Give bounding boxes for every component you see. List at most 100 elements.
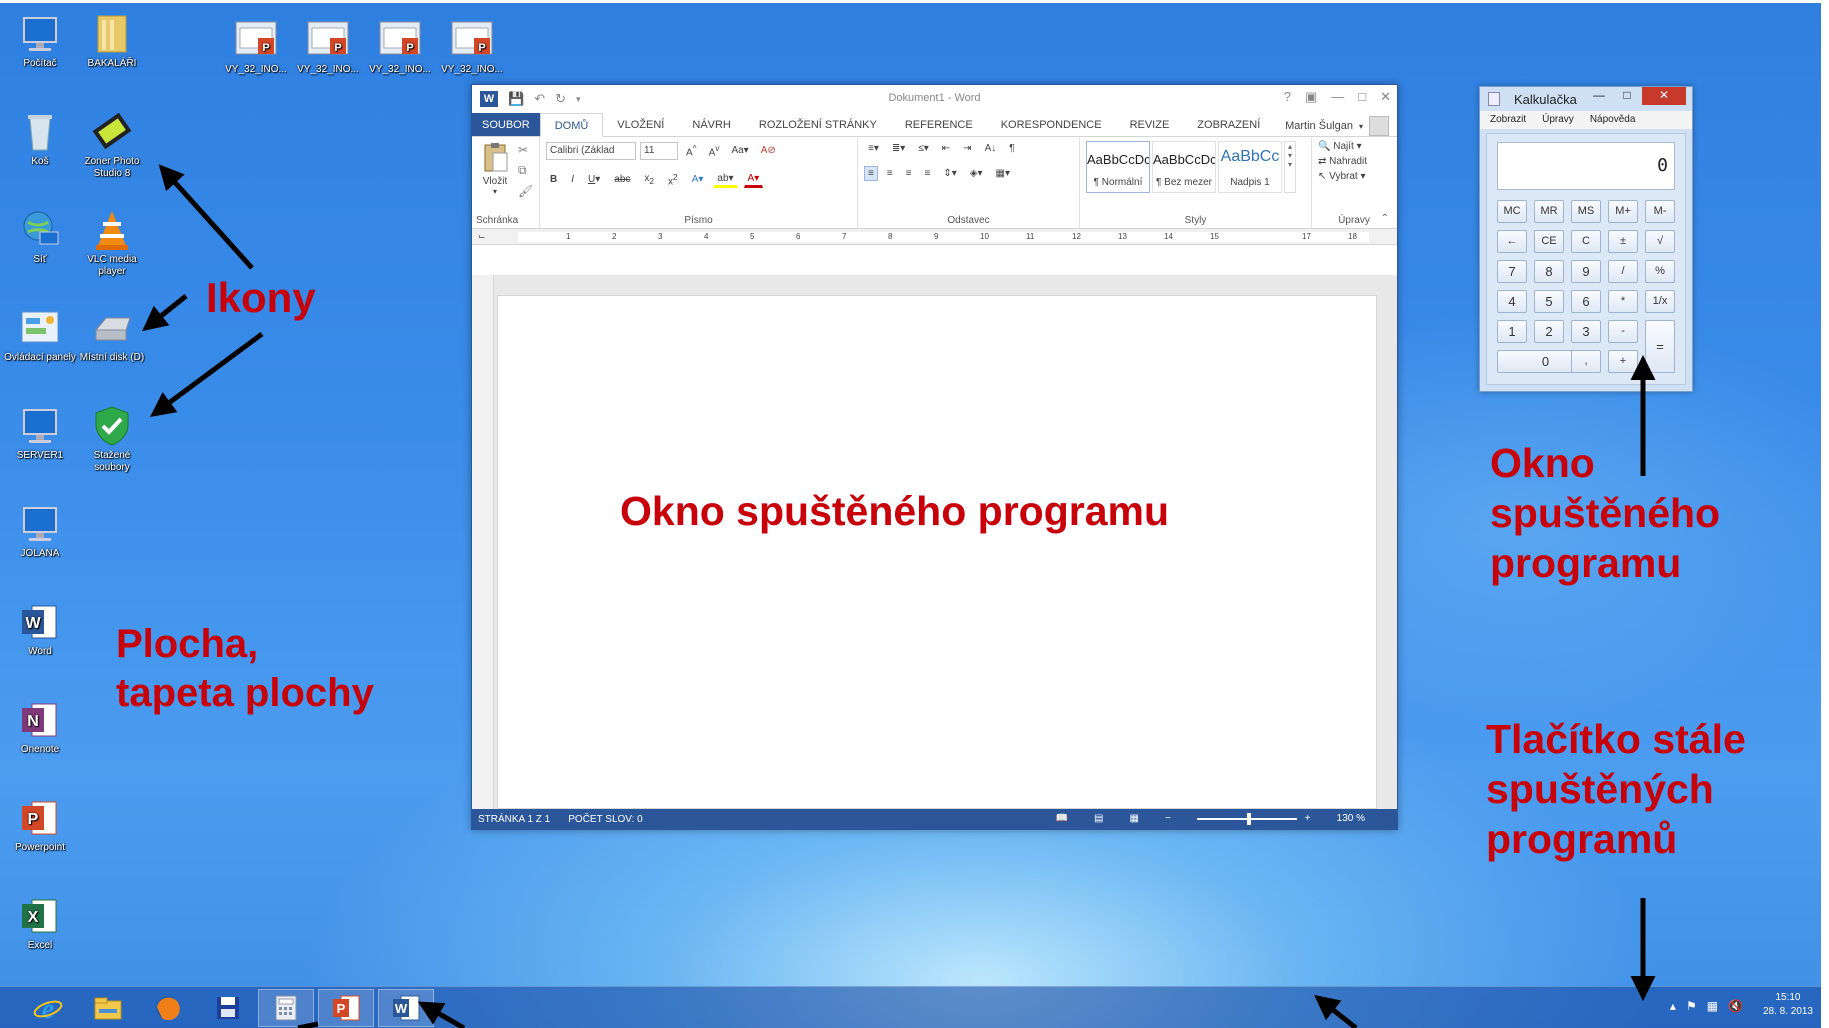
desktop-icon-downloads[interactable]: Stažené soubory xyxy=(76,404,148,474)
zoom-level[interactable]: 130 % xyxy=(1337,813,1365,824)
multilevel-list-icon[interactable]: ≤▾ xyxy=(914,141,933,156)
bold-icon[interactable]: B xyxy=(546,172,561,187)
subscript-icon[interactable]: x2 xyxy=(640,171,658,188)
calc-key[interactable]: * xyxy=(1608,290,1638,313)
taskbar-internet-explorer[interactable]: e xyxy=(20,989,76,1027)
print-layout-icon[interactable]: ▤ xyxy=(1094,813,1103,824)
calc-key[interactable]: 1 xyxy=(1497,320,1527,343)
font-name-box[interactable]: Calibri (Základ xyxy=(546,141,636,160)
tab-page-layout[interactable]: ROZLOŽENÍ STRÁNKY xyxy=(745,113,891,136)
select-button[interactable]: ↖ Vybrat ▾ xyxy=(1318,171,1390,182)
taskbar-file-explorer[interactable] xyxy=(80,989,136,1027)
desktop-icon-server1[interactable]: SERVER1 xyxy=(4,404,76,462)
tab-mailings[interactable]: KORESPONDENCE xyxy=(987,113,1116,136)
calc-key[interactable]: / xyxy=(1608,260,1638,283)
desktop-icon-pptx-file[interactable]: P VY_32_INO... xyxy=(364,18,436,76)
align-left-icon[interactable]: ≡ xyxy=(864,166,878,181)
status-word-count[interactable]: POČET SLOV: 0 xyxy=(568,814,642,825)
taskbar-clock[interactable]: 15:10 28. 8. 2013 xyxy=(1763,991,1813,1019)
underline-icon[interactable]: U▾ xyxy=(584,172,604,187)
line-spacing-icon[interactable]: ⇕▾ xyxy=(939,166,960,181)
desktop-icon-jolana[interactable]: JOLANA xyxy=(4,502,76,560)
show-hidden-icons-icon[interactable]: ▴ xyxy=(1670,999,1676,1013)
maximize-icon[interactable]: □ xyxy=(1614,87,1640,105)
tab-file[interactable]: SOUBOR xyxy=(472,113,540,136)
calc-key[interactable]: ± xyxy=(1608,230,1638,253)
grow-font-icon[interactable]: A^ xyxy=(682,141,701,160)
calc-key[interactable]: 9 xyxy=(1571,260,1601,283)
taskbar-firefox[interactable] xyxy=(140,989,196,1027)
show-formatting-icon[interactable]: ¶ xyxy=(1005,141,1018,156)
close-icon[interactable]: ✕ xyxy=(1380,89,1391,105)
taskbar-word[interactable]: W xyxy=(378,989,434,1027)
minimize-icon[interactable]: — xyxy=(1331,89,1344,105)
calc-key[interactable]: 6 xyxy=(1571,290,1601,313)
copy-icon[interactable]: ⧉ xyxy=(518,163,533,178)
highlight-icon[interactable]: ab▾ xyxy=(713,171,738,189)
find-button[interactable]: 🔍 Najít ▾ xyxy=(1318,141,1390,152)
sort-icon[interactable]: A↓ xyxy=(981,141,1001,156)
increase-indent-icon[interactable]: ⇥ xyxy=(959,141,975,156)
maximize-icon[interactable]: □ xyxy=(1358,89,1366,105)
desktop-icon-recycle-bin[interactable]: Koš xyxy=(4,110,76,168)
zoom-slider-knob[interactable] xyxy=(1246,812,1251,825)
styles-scroll[interactable]: ▴ ▾ ▾ xyxy=(1284,141,1296,193)
calc-key[interactable]: + xyxy=(1608,350,1638,373)
calc-key[interactable]: 7 xyxy=(1497,260,1527,283)
borders-icon[interactable]: ▦▾ xyxy=(992,166,1014,181)
ribbon-display-icon[interactable]: ▣ xyxy=(1305,89,1317,105)
tab-view[interactable]: ZOBRAZENÍ xyxy=(1183,113,1274,136)
desktop-icon-pptx-file[interactable]: P VY_32_INO... xyxy=(292,18,364,76)
style-normal[interactable]: AaBbCcDc ¶ Normální xyxy=(1086,141,1150,193)
desktop-icon-powerpoint[interactable]: P Powerpoint xyxy=(4,796,76,854)
calc-key[interactable]: MC xyxy=(1497,200,1527,223)
desktop-icon-pptx-file[interactable]: P VY_32_INO... xyxy=(436,18,508,76)
calc-key[interactable]: ← xyxy=(1497,230,1527,253)
calc-key[interactable]: 4 xyxy=(1497,290,1527,313)
text-effects-icon[interactable]: A▾ xyxy=(688,172,708,187)
font-size-box[interactable]: 11 xyxy=(640,141,678,160)
taskbar-powerpoint[interactable]: P xyxy=(318,989,374,1027)
tab-insert[interactable]: VLOŽENÍ xyxy=(603,113,678,136)
desktop-icon-vlc[interactable]: VLC media player xyxy=(76,208,148,278)
superscript-icon[interactable]: x2 xyxy=(664,170,682,189)
cut-icon[interactable]: ✂ xyxy=(518,143,533,157)
calc-key[interactable]: CE xyxy=(1534,230,1564,253)
menu-view[interactable]: Zobrazit xyxy=(1490,111,1526,129)
menu-edit[interactable]: Úpravy xyxy=(1542,111,1574,129)
calc-key[interactable]: MS xyxy=(1571,200,1601,223)
calc-key[interactable]: , xyxy=(1571,350,1601,373)
tab-home[interactable]: DOMŮ xyxy=(539,113,604,137)
tab-review[interactable]: REVIZE xyxy=(1116,113,1184,136)
web-layout-icon[interactable]: ▦ xyxy=(1130,813,1139,824)
volume-muted-icon[interactable]: 🔇 xyxy=(1728,999,1743,1013)
zoom-out-icon[interactable]: − xyxy=(1165,813,1171,824)
calc-key[interactable]: % xyxy=(1645,260,1675,283)
word-window[interactable]: W 💾 ↶ ↻ ▾ Dokument1 - Word ? ▣ — □ ✕ SOU… xyxy=(471,84,1398,830)
menu-help[interactable]: Nápověda xyxy=(1590,111,1636,129)
user-account[interactable]: Martin Šulgan ▾ xyxy=(1285,116,1389,136)
calc-key[interactable]: 2 xyxy=(1534,320,1564,343)
font-color-icon[interactable]: A▾ xyxy=(743,171,764,189)
collapse-ribbon-icon[interactable]: ⌃ xyxy=(1381,213,1389,224)
style-heading-1[interactable]: AaBbCc Nadpis 1 xyxy=(1218,141,1282,193)
taskbar-calculator[interactable] xyxy=(258,989,314,1027)
zoom-slider[interactable] xyxy=(1196,812,1297,825)
calc-key[interactable]: M+ xyxy=(1608,200,1638,223)
desktop-icon-local-disk[interactable]: Místní disk (D) xyxy=(76,306,148,364)
desktop-icon-computer[interactable]: Počítač xyxy=(4,12,76,70)
calc-key[interactable]: 3 xyxy=(1571,320,1601,343)
tab-selector[interactable]: ⌙ xyxy=(478,231,486,242)
calc-key[interactable]: MR xyxy=(1534,200,1564,223)
clear-formatting-icon[interactable]: A⊘ xyxy=(757,143,780,158)
flag-icon[interactable]: ⚑ xyxy=(1686,999,1697,1013)
calc-key[interactable]: - xyxy=(1608,320,1638,343)
tab-design[interactable]: NÁVRH xyxy=(678,113,745,136)
calc-key-equals[interactable]: = xyxy=(1645,320,1675,373)
desktop-icon-excel[interactable]: X Excel xyxy=(4,894,76,952)
format-painter-icon[interactable]: 🖌 xyxy=(518,184,533,198)
desktop-icon-control-panel[interactable]: Ovládací panely xyxy=(4,306,76,364)
read-mode-icon[interactable]: 📖 xyxy=(1056,813,1068,824)
document-page[interactable] xyxy=(497,295,1377,809)
calculator-titlebar[interactable]: Kalkulačka — □ ✕ xyxy=(1480,87,1692,111)
